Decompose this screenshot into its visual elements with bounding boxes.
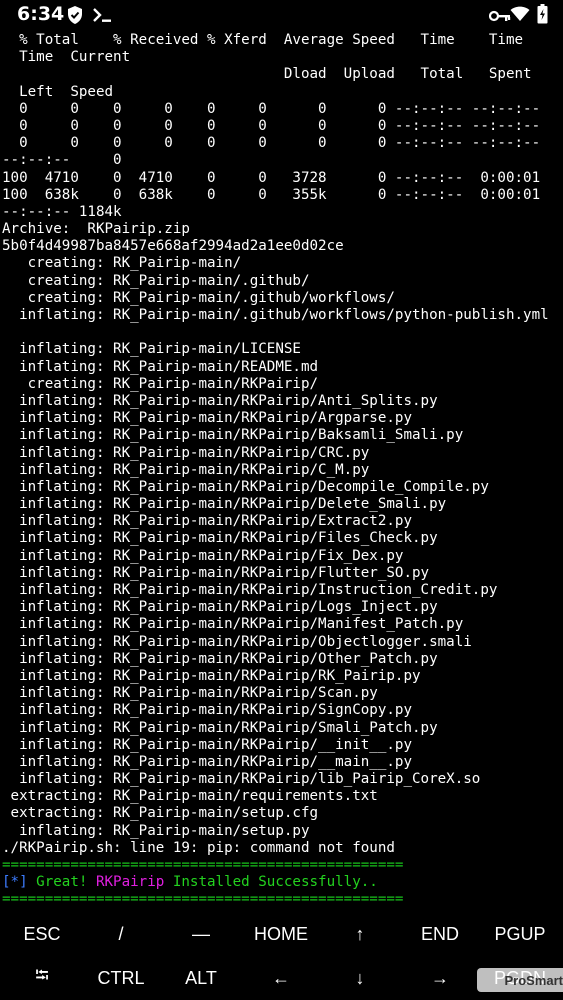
terminal-line: inflating: RK_Pairip-main/RKPairip/Flutt… xyxy=(2,564,430,581)
alt-key[interactable]: ALT xyxy=(161,956,241,1000)
terminal-line: Dload Upload Total Spent xyxy=(2,66,532,83)
terminal-line: inflating: RK_Pairip-main/.github/workfl… xyxy=(2,307,549,323)
arrow-left-key[interactable]: ← xyxy=(241,956,321,1000)
terminal-line: 100 4710 0 4710 0 0 3728 0 --:--:-- 0:00… xyxy=(2,169,541,186)
terminal-prompt-icon xyxy=(92,7,112,27)
terminal-line: inflating: RK_Pairip-main/RKPairip/Decom… xyxy=(2,478,489,495)
terminal-line: 5b0f4d49987ba8457e668af2994ad2a1ee0d02ce xyxy=(2,238,344,255)
watermark-logo: ProSmart xyxy=(477,968,563,992)
terminal-line: inflating: RK_Pairip-main/RKPairip/Extra… xyxy=(2,513,412,530)
terminal-line: inflating: RK_Pairip-main/RKPairip/__ini… xyxy=(2,736,412,753)
status-bar: 6:34 xyxy=(0,0,563,30)
terminal-line: Left Speed xyxy=(2,83,114,100)
success-text-post: Installed Successfully.. xyxy=(164,874,378,891)
wifi-icon xyxy=(510,6,530,26)
key-icon xyxy=(488,8,511,27)
terminal-line: inflating: RK_Pairip-main/RKPairip/Delet… xyxy=(2,496,447,513)
terminal-line: extracting: RK_Pairip-main/setup.cfg xyxy=(2,805,319,822)
terminal-line: inflating: RK_Pairip-main/RKPairip/Anti_… xyxy=(2,392,438,409)
status-time: 6:34 xyxy=(17,3,65,25)
terminal-line: inflating: RK_Pairip-main/RKPairip/__mai… xyxy=(2,753,412,770)
terminal-line: Archive: RKPairip.zip xyxy=(2,221,190,238)
terminal-line: inflating: RK_Pairip-main/RKPairip/Manif… xyxy=(2,616,464,633)
terminal-line: 100 638k 0 638k 0 0 355k 0 --:--:-- 0:00… xyxy=(2,186,541,203)
terminal-line: creating: RK_Pairip-main/RKPairip/ xyxy=(2,375,319,392)
terminal-line: inflating: RK_Pairip-main/RKPairip/Files… xyxy=(2,530,438,547)
dash-key[interactable]: — xyxy=(161,912,241,956)
terminal-line: inflating: RK_Pairip-main/RKPairip/Smali… xyxy=(2,719,438,736)
esc-key[interactable]: ESC xyxy=(2,912,82,956)
terminal-line: inflating: RK_Pairip-main/RKPairip/Baksa… xyxy=(2,427,464,444)
terminal-line: inflating: RK_Pairip-main/setup.py xyxy=(2,822,310,839)
terminal-output[interactable]: % Total % Received % Xferd Average Speed… xyxy=(2,32,562,909)
terminal-line: inflating: RK_Pairip-main/RKPairip/SignC… xyxy=(2,702,412,719)
arrow-right-key[interactable]: → xyxy=(400,956,480,1000)
terminal-line: % Total % Received % Xferd Average Speed… xyxy=(2,32,524,48)
terminal-line: inflating: RK_Pairip-main/README.md xyxy=(2,358,319,375)
terminal-line: 0 0 0 0 0 0 0 0 --:--:-- --:--:-- xyxy=(2,135,541,152)
terminal-line: inflating: RK_Pairip-main/RKPairip/lib_P… xyxy=(2,771,481,788)
home-key[interactable]: HOME xyxy=(241,912,321,956)
pgup-key[interactable]: PGUP xyxy=(480,912,560,956)
terminal-line: creating: RK_Pairip-main/ xyxy=(2,255,242,272)
terminal-line: Time Current xyxy=(2,49,131,66)
tab-key[interactable]: ⭾ xyxy=(2,956,82,1000)
success-message: [*] Great! RKPairip Installed Successful… xyxy=(2,874,562,891)
terminal-line: inflating: RK_Pairip-main/RKPairip/Instr… xyxy=(2,582,498,598)
success-marker: [*] xyxy=(2,874,28,891)
shield-icon xyxy=(66,5,84,29)
terminal-line: --:--:-- 0 xyxy=(2,152,122,169)
terminal-line: creating: RK_Pairip-main/.github/workflo… xyxy=(2,289,395,306)
brand-name: RKPairip xyxy=(95,874,165,891)
terminal-line: inflating: RK_Pairip-main/RKPairip/Other… xyxy=(2,650,438,667)
terminal-line: 0 0 0 0 0 0 0 0 --:--:-- --:--:-- xyxy=(2,100,541,117)
terminal-line: inflating: RK_Pairip-main/RKPairip/RK_Pa… xyxy=(2,667,421,684)
terminal-line: 0 0 0 0 0 0 0 0 --:--:-- --:--:-- xyxy=(2,117,541,134)
terminal-line: ./RKPairip.sh: line 19: pip: command not… xyxy=(2,839,395,856)
terminal-line: --:--:-- 1184k xyxy=(2,203,122,220)
terminal-line: inflating: RK_Pairip-main/RKPairip/Scan.… xyxy=(2,685,378,702)
separator-line: ========================================… xyxy=(2,857,404,873)
separator-line: ========================================… xyxy=(2,891,404,908)
terminal-line: creating: RK_Pairip-main/.github/ xyxy=(2,272,310,289)
slash-key[interactable]: / xyxy=(81,912,161,956)
terminal-line: inflating: RK_Pairip-main/RKPairip/CRC.p… xyxy=(2,444,370,461)
terminal-line: inflating: RK_Pairip-main/RKPairip/Argpa… xyxy=(2,410,412,427)
end-key[interactable]: END xyxy=(400,912,480,956)
terminal-line: extracting: RK_Pairip-main/requirements.… xyxy=(2,788,378,805)
terminal-line: inflating: RK_Pairip-main/RKPairip/Logs_… xyxy=(2,599,438,616)
arrow-up-key[interactable]: ↑ xyxy=(320,912,400,956)
terminal-line: inflating: RK_Pairip-main/RKPairip/Objec… xyxy=(2,633,472,650)
ctrl-key[interactable]: CTRL xyxy=(81,956,161,1000)
battery-icon xyxy=(537,4,548,28)
arrow-down-key[interactable]: ↓ xyxy=(320,956,400,1000)
terminal-line: inflating: RK_Pairip-main/RKPairip/Fix_D… xyxy=(2,547,404,564)
terminal-line: inflating: RK_Pairip-main/LICENSE xyxy=(2,341,301,358)
success-text-pre: Great! xyxy=(27,874,96,891)
terminal-line: inflating: RK_Pairip-main/RKPairip/C_M.p… xyxy=(2,461,370,478)
